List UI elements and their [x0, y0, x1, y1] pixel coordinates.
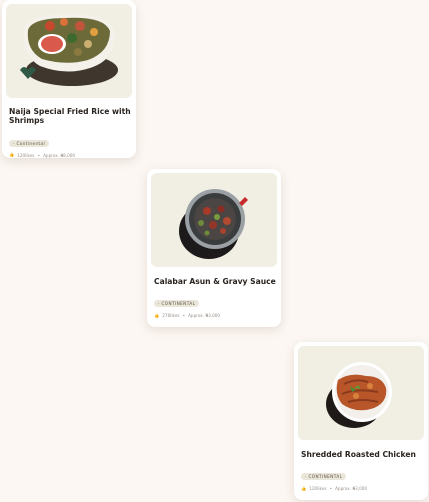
thumbs-up-icon: 👍: [9, 152, 15, 158]
likes-count: 120likes: [17, 152, 35, 158]
asun-pan-image: [179, 189, 248, 259]
meta-separator: •: [182, 313, 186, 319]
meta-separator: •: [37, 152, 41, 158]
dish-image: [6, 4, 132, 98]
dish-meta: 👍 278likes • Approx. ₦3,000: [154, 313, 277, 318]
dish-image: [151, 173, 277, 267]
dish-card-asun[interactable]: Calabar Asun & Gravy Sauce · CONTINENTAL…: [147, 169, 281, 327]
price-text: Approx. ₦8,000: [43, 152, 76, 158]
meta-separator: •: [329, 486, 333, 492]
thumbs-up-icon: 👍: [301, 485, 307, 491]
dish-title: Calabar Asun & Gravy Sauce: [154, 277, 276, 286]
dish-card-fried-rice[interactable]: Naija Special Fried Rice with Shrimps · …: [2, 0, 136, 158]
roasted-chicken-plate-image: [326, 362, 392, 428]
cuisine-tag: · CONTINENTAL: [301, 473, 347, 481]
likes-count: 278likes: [162, 313, 180, 319]
fried-rice-bowl-image: [20, 13, 118, 86]
dish-meta: 👍 120likes • Approx. ₦3,000: [301, 486, 424, 491]
cuisine-tag: · Continental: [9, 139, 50, 147]
thumbs-up-icon: 👍: [154, 312, 160, 318]
dish-image: [298, 346, 424, 440]
likes-count: 120likes: [309, 486, 327, 492]
dish-card-roasted-chicken[interactable]: Shredded Roasted Chicken · CONTINENTAL 👍…: [294, 342, 428, 500]
dish-title: Shredded Roasted Chicken: [301, 450, 416, 459]
dish-title: Naija Special Fried Rice with Shrimps: [9, 107, 131, 126]
cuisine-tag: · CONTINENTAL: [154, 300, 200, 308]
price-text: Approx. ₦3,000: [188, 313, 221, 319]
price-text: Approx. ₦3,000: [335, 486, 368, 492]
dish-meta: 👍 120likes • Approx. ₦8,000: [9, 153, 132, 158]
